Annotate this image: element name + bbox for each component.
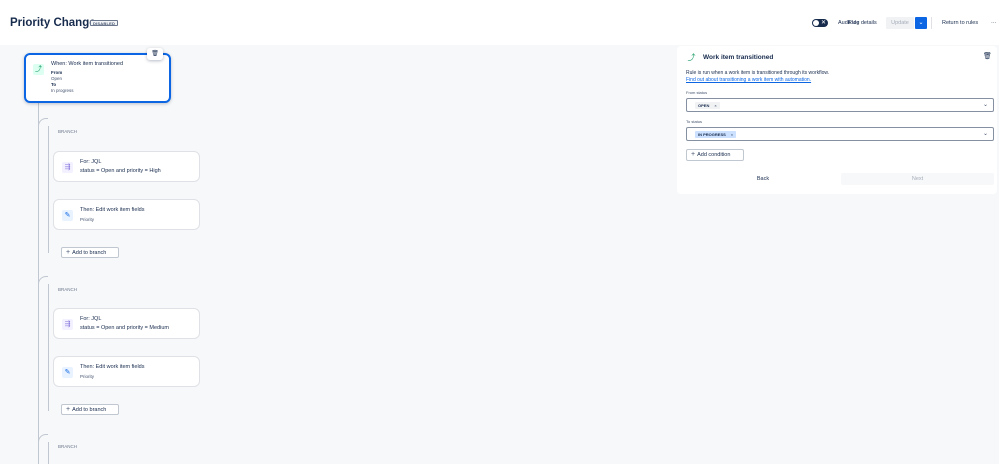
chevron-down-icon[interactable]: ⌄ (983, 130, 988, 137)
delete-trigger-trash-icon[interactable]: 🗑 (147, 48, 163, 60)
jql-condition-card[interactable]: ⇶ For: JQL status = Open and priority = … (53, 308, 200, 339)
branch-3-line (48, 442, 49, 464)
delete-component-trash-icon[interactable]: 🗑 (983, 52, 992, 60)
edit-fields-action-card[interactable]: ✎ Then: Edit work item fields Priority (53, 199, 200, 230)
more-options-icon[interactable]: ··· (991, 17, 997, 29)
panel-title: Work item transitioned (703, 54, 774, 61)
add-to-branch-button[interactable]: + Add to branch (61, 247, 119, 258)
back-button[interactable]: Back (686, 173, 840, 185)
rule-details-button[interactable]: Rule details (848, 17, 877, 29)
condition-title: For: JQL (80, 316, 102, 322)
transition-icon: ⤴ (33, 64, 44, 75)
trigger-title: When: Work item transitioned (51, 61, 124, 67)
branch-2-line (48, 284, 49, 411)
add-condition-label: Add condition (697, 152, 731, 158)
edit-icon: ✎ (62, 210, 73, 221)
condition-query: status = Open and priority = Medium (80, 325, 169, 331)
status-badge: DISABLED (90, 20, 119, 26)
to-status-select[interactable]: IN PROGRESS × ⌄ (686, 127, 994, 141)
from-status-label: From status (686, 90, 708, 95)
action-field: Priority (80, 217, 95, 222)
help-link[interactable]: Find out about transitioning a work item… (686, 77, 811, 83)
trigger-from-label: From (51, 70, 63, 75)
plus-icon: + (691, 151, 696, 158)
jql-branch-icon: ⇶ (62, 162, 73, 173)
remove-chip-icon[interactable]: × (714, 103, 716, 108)
from-status-select[interactable]: OPEN × ⌄ (686, 98, 994, 112)
chevron-down-icon[interactable]: ⌄ (983, 101, 988, 108)
status-chip-open: OPEN × (695, 102, 720, 109)
trigger-from-value: Open (51, 76, 63, 81)
toolbar-divider (931, 17, 932, 29)
condition-query: status = Open and priority = High (80, 168, 161, 174)
to-status-label: To status (686, 119, 703, 124)
trigger-to-label: To (51, 82, 57, 87)
jql-branch-icon: ⇶ (62, 319, 73, 330)
update-button[interactable]: Update (886, 17, 914, 29)
toggle-off-icon: ✕ (820, 20, 826, 26)
branch-label: BRANCH (57, 287, 79, 292)
action-field: Priority (80, 374, 95, 379)
add-to-branch-button[interactable]: + Add to branch (61, 404, 119, 415)
plus-icon: + (66, 406, 71, 413)
jql-condition-card[interactable]: ⇶ For: JQL status = Open and priority = … (53, 151, 200, 182)
add-to-branch-label: Add to branch (72, 250, 107, 256)
update-options-chevron-icon[interactable]: ⌄ (915, 17, 927, 29)
plus-icon: + (66, 249, 71, 256)
rule-title: Priority Change (10, 17, 96, 29)
next-button[interactable]: Next (841, 173, 994, 185)
trigger-to-value: In progress (51, 88, 74, 93)
return-to-rules-button[interactable]: Return to rules (942, 17, 978, 29)
add-condition-button[interactable]: + Add condition (686, 149, 744, 161)
chip-label: IN PROGRESS (698, 132, 726, 137)
trigger-config-panel (677, 46, 997, 194)
action-title: Then: Edit work item fields (80, 364, 145, 370)
condition-title: For: JQL (80, 159, 102, 165)
trigger-card[interactable]: ⤴ When: Work item transitioned From Open… (24, 53, 171, 103)
edit-icon: ✎ (62, 367, 73, 378)
add-to-branch-label: Add to branch (72, 407, 107, 413)
branch-label: BRANCH (57, 444, 79, 449)
chip-label: OPEN (698, 103, 710, 108)
enable-rule-toggle[interactable]: ✕ (812, 19, 828, 27)
remove-chip-icon[interactable]: × (731, 132, 733, 137)
branch-label: BRANCH (57, 129, 79, 134)
header-bar: Priority Change DISABLED ✕ Audit log Rul… (0, 0, 999, 45)
status-chip-in-progress: IN PROGRESS × (695, 131, 737, 138)
transition-icon: ⤴ (687, 53, 696, 62)
edit-fields-action-card[interactable]: ✎ Then: Edit work item fields Priority (53, 356, 200, 387)
action-title: Then: Edit work item fields (80, 207, 145, 213)
panel-description: Rule is run when a work item is transiti… (686, 70, 830, 76)
branch-1-line (48, 126, 49, 253)
